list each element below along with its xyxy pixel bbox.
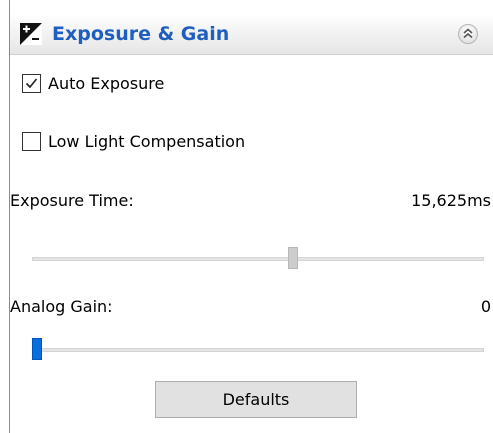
- analog-gain-label: Analog Gain:: [10, 297, 113, 316]
- exposure-icon: [20, 23, 42, 45]
- analog-gain-value: 0: [480, 297, 491, 316]
- exposure-time-label: Exposure Time:: [10, 191, 134, 210]
- slider-track: [32, 348, 484, 352]
- exposure-time-slider[interactable]: [32, 247, 484, 271]
- exposure-gain-panel: Exposure & Gain Auto Exposure Low Light …: [0, 0, 493, 433]
- low-light-row[interactable]: Low Light Compensation: [22, 132, 282, 154]
- analog-gain-slider[interactable]: [32, 338, 484, 362]
- slider-track: [32, 257, 484, 261]
- auto-exposure-label[interactable]: Auto Exposure: [48, 73, 164, 94]
- exposure-time-value: 15,625ms: [411, 191, 491, 210]
- double-chevron-up-icon: [463, 28, 473, 39]
- defaults-button[interactable]: Defaults: [155, 381, 357, 418]
- slider-thumb[interactable]: [288, 247, 298, 269]
- panel-header[interactable]: Exposure & Gain: [10, 14, 493, 55]
- auto-exposure-row[interactable]: Auto Exposure: [22, 74, 222, 96]
- low-light-label[interactable]: Low Light Compensation: [48, 131, 245, 152]
- panel-border: [9, 0, 10, 433]
- slider-thumb[interactable]: [32, 338, 42, 360]
- panel-title: Exposure & Gain: [52, 23, 230, 45]
- checkmark-icon: [25, 78, 38, 89]
- auto-exposure-checkbox[interactable]: [22, 74, 41, 93]
- collapse-button[interactable]: [458, 24, 478, 44]
- low-light-checkbox[interactable]: [22, 132, 41, 151]
